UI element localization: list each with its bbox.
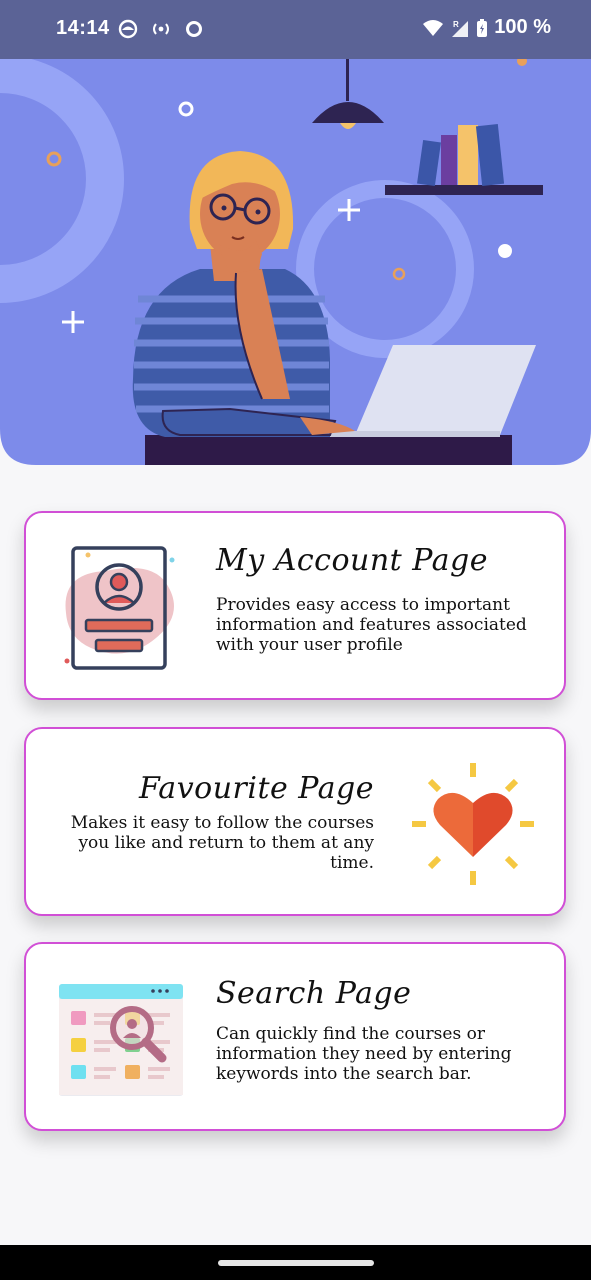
battery-icon <box>477 18 488 37</box>
status-right: R 100 % <box>422 16 551 39</box>
card-description: Makes it easy to follow the courses you … <box>70 813 374 873</box>
search-window-icon <box>59 984 183 1096</box>
heart-icon <box>412 763 534 885</box>
hero-illustration <box>0 59 591 465</box>
card-description: Can quickly find the courses or informat… <box>216 1024 512 1084</box>
card-title: Favourite Page <box>139 771 374 806</box>
hotspot-icon <box>153 23 169 35</box>
status-time: 14:14 <box>56 17 110 39</box>
status-bar: 14:14 R 100 % <box>0 0 591 59</box>
svg-text:R: R <box>453 20 459 29</box>
user-profile-icon <box>64 546 175 670</box>
my-account-card[interactable]: My Account Page Provides easy access to … <box>24 511 566 700</box>
signal-icon: R <box>452 20 469 37</box>
record-icon <box>186 21 202 37</box>
favourite-card[interactable]: Favourite Page Makes it easy to follow t… <box>24 727 566 916</box>
card-title: My Account Page <box>216 543 488 578</box>
wifi-icon <box>423 19 444 36</box>
face-notification-icon <box>118 19 138 39</box>
search-card[interactable]: Search Page Can quickly find the courses… <box>24 942 566 1131</box>
card-description: Provides easy access to important inform… <box>216 595 527 655</box>
battery-percent: 100 % <box>494 16 551 38</box>
card-title: Search Page <box>216 976 412 1011</box>
status-notification-icons <box>118 19 204 39</box>
home-gesture-handle[interactable] <box>218 1260 374 1266</box>
